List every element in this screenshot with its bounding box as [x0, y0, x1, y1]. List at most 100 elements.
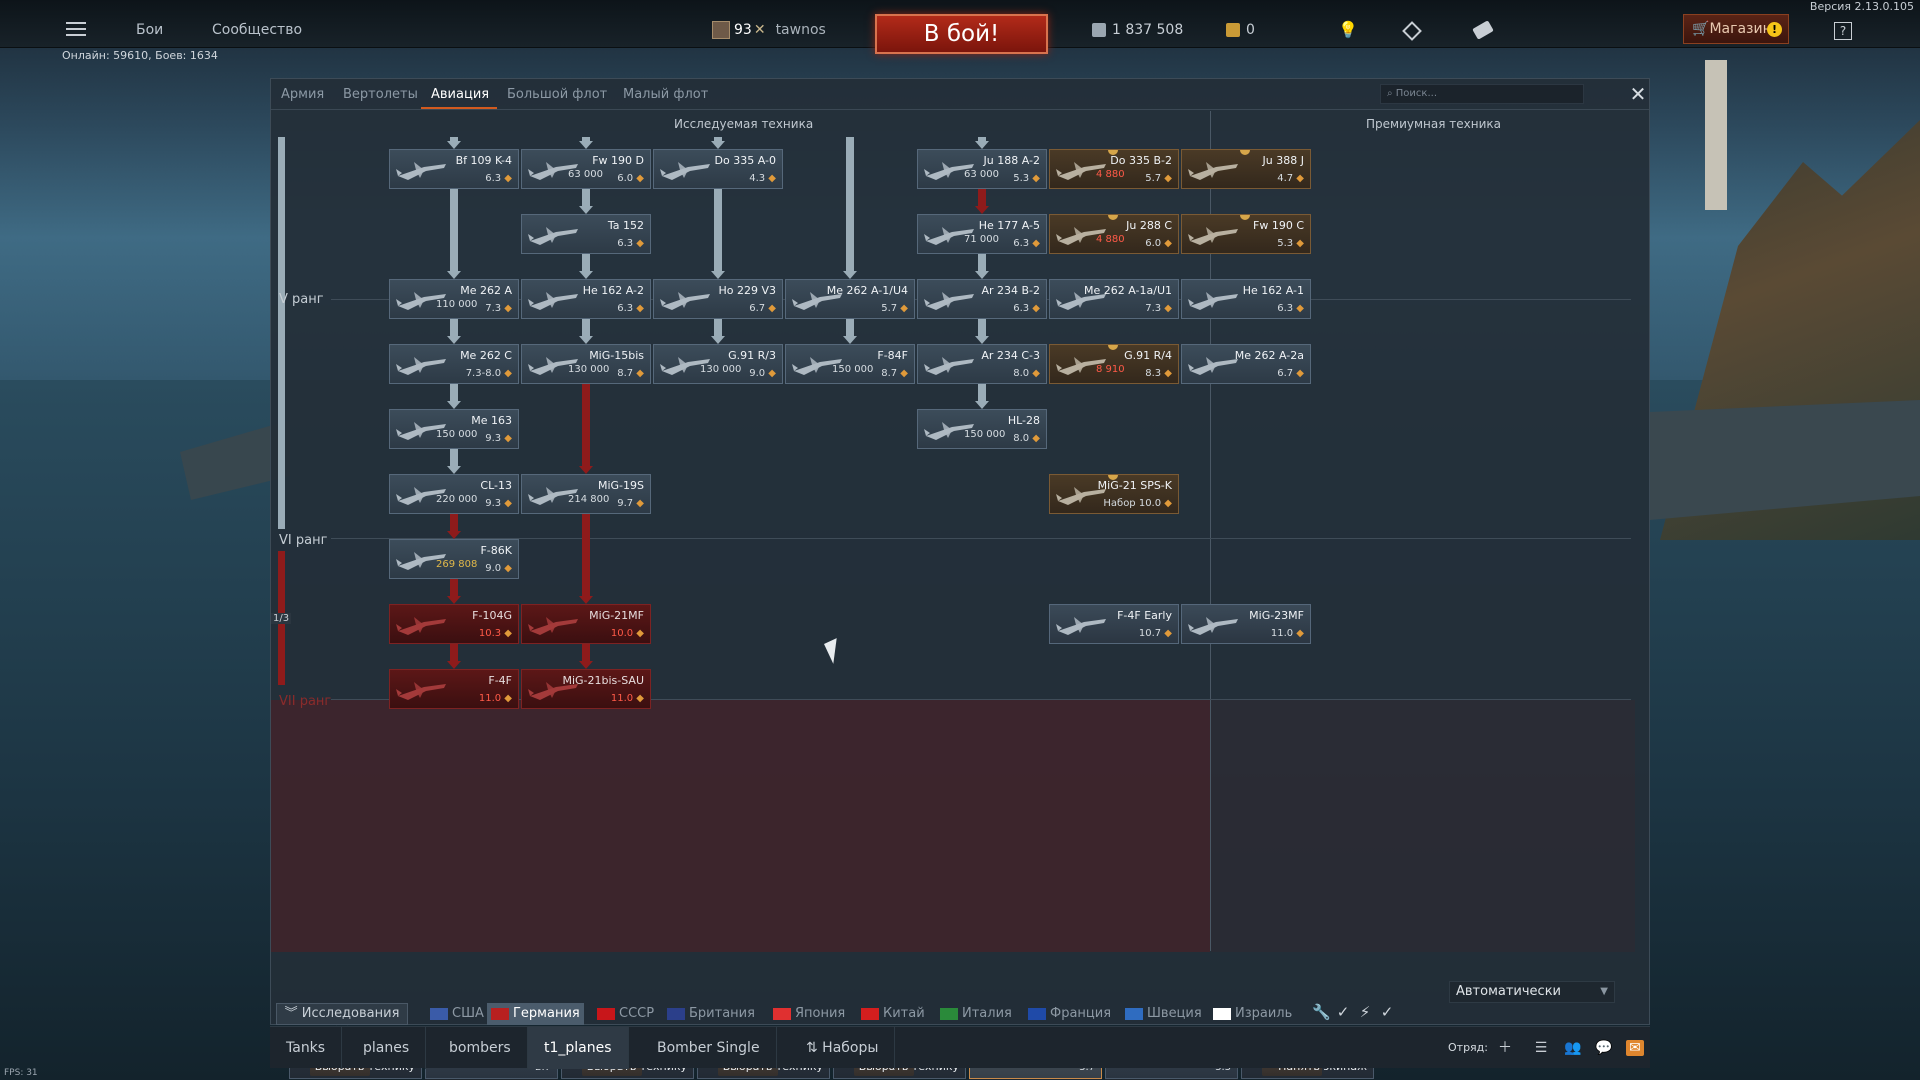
vehicle-card-ar234b2[interactable]: Ar 234 B-2 6.3 ◆ — [917, 279, 1047, 319]
player-name: tawnos — [775, 22, 826, 38]
vehicle-card-do335b2[interactable]: Do 335 B-2 5.7 ◆ 4 880 — [1049, 149, 1179, 189]
main-menu-icon[interactable] — [66, 22, 86, 36]
nation-tab-2[interactable]: СССР — [593, 1003, 658, 1025]
nation-tab-8[interactable]: Швеция — [1121, 1003, 1206, 1025]
vehicle-name: Do 335 A-0 — [714, 154, 776, 167]
vehicle-card-mig19s[interactable]: MiG-19S 9.7 ◆ 214 800 — [521, 474, 651, 514]
repair-all-icon[interactable]: ⚡ — [1356, 1003, 1374, 1021]
diamond-icon[interactable] — [1402, 21, 1422, 41]
nation-tab-9[interactable]: Израиль — [1209, 1003, 1296, 1025]
vehicle-name: F-4F — [488, 674, 512, 687]
vehicle-card-ju388j[interactable]: Ju 388 J 4.7 ◆ — [1181, 149, 1311, 189]
battle-rating-value: 6.3 — [485, 173, 502, 184]
tab-helicopters[interactable]: Вертолеты — [343, 87, 418, 102]
vehicle-card-bf109k4[interactable]: Bf 109 K-4 6.3 ◆ — [389, 149, 519, 189]
vehicle-name: Ar 234 B-2 — [981, 284, 1040, 297]
wrench-filter-icon[interactable]: 🔧 — [1312, 1003, 1331, 1021]
friends-icon[interactable]: 👥 — [1564, 1040, 1582, 1056]
mail-icon[interactable]: ✉ — [1626, 1040, 1644, 1056]
vehicle-card-mig23mf[interactable]: MiG-23MF 11.0 ◆ — [1181, 604, 1311, 644]
br-diamond-icon: ◆ — [504, 433, 512, 444]
vehicle-card-fw190c[interactable]: Fw 190 C 5.3 ◆ — [1181, 214, 1311, 254]
vehicle-card-me262a2a[interactable]: Me 262 A-2a 6.7 ◆ — [1181, 344, 1311, 384]
vehicle-card-mig21spsk[interactable]: MiG-21 SPS-K Набор 10.0 ◆ — [1049, 474, 1179, 514]
check-filter-icon[interactable]: ✓ — [1334, 1003, 1352, 1021]
vehicle-card-fw190d[interactable]: Fw 190 D 6.0 ◆ 63 000 — [521, 149, 651, 189]
research-toggle-button[interactable]: ︾ Исследования ︾ — [276, 1003, 408, 1041]
vehicle-card-hl28[interactable]: HL-28 8.0 ◆ 150 000 — [917, 409, 1047, 449]
nation-tab-0[interactable]: США — [426, 1003, 488, 1025]
ticket-icon[interactable] — [1472, 20, 1494, 40]
to-battle-button[interactable]: В бой! — [875, 14, 1048, 54]
nation-label: Китай — [883, 1006, 925, 1021]
search-input[interactable]: ⌕ Поиск... — [1380, 84, 1584, 104]
gold-balance[interactable]: 0 — [1226, 22, 1255, 38]
tree-connector-line — [450, 579, 458, 596]
nation-tab-6[interactable]: Италия — [936, 1003, 1016, 1025]
list-icon[interactable]: ☰ — [1532, 1040, 1550, 1056]
vehicle-card-g91r4[interactable]: G.91 R/4 8.3 ◆ 8 910 — [1049, 344, 1179, 384]
vehicle-card-me262a1a[interactable]: Me 262 A-1a/U1 7.3 ◆ — [1049, 279, 1179, 319]
battle-rating: 6.7 ◆ — [1277, 368, 1304, 379]
vehicle-card-me262c[interactable]: Me 262 C 7.3-8.0 ◆ — [389, 344, 519, 384]
vehicle-card-f86k[interactable]: F-86K 9.0 ◆ 269 808 — [389, 539, 519, 579]
vehicle-card-me262a[interactable]: Me 262 A 7.3 ◆ 110 000 — [389, 279, 519, 319]
battle-rating: 7.3 ◆ — [1145, 303, 1172, 314]
vehicle-card-ho229v3[interactable]: Ho 229 V3 6.7 ◆ — [653, 279, 783, 319]
silver-balance[interactable]: 1 837 508 — [1092, 22, 1183, 38]
nation-label: Япония — [795, 1006, 846, 1021]
preset-tab-1[interactable]: planes — [347, 1027, 427, 1069]
vehicle-card-me163[interactable]: Me 163 9.3 ◆ 150 000 — [389, 409, 519, 449]
menu-community[interactable]: Сообщество — [212, 22, 302, 38]
vehicle-card-f104g[interactable]: F-104G 10.3 ◆ — [389, 604, 519, 644]
vehicle-card-do335a0[interactable]: Do 335 A-0 4.3 ◆ — [653, 149, 783, 189]
vehicle-card-he177a5[interactable]: He 177 A-5 6.3 ◆ 71 000 — [917, 214, 1047, 254]
close-icon[interactable]: ✕ — [1629, 84, 1647, 104]
vehicle-card-ju188a2[interactable]: Ju 188 A-2 5.3 ◆ 63 000 — [917, 149, 1047, 189]
preset-tab-4[interactable]: Bomber Single — [641, 1027, 777, 1069]
vehicle-card-mig21mf[interactable]: MiG-21MF 10.0 ◆ — [521, 604, 651, 644]
vehicle-name: Me 262 A-1a/U1 — [1084, 284, 1172, 297]
vehicle-card-f4f[interactable]: F-4F 11.0 ◆ — [389, 669, 519, 709]
preset-tab-2[interactable]: bombers — [433, 1027, 528, 1069]
vehicle-card-mig21bissau[interactable]: MiG-21bis-SAU 11.0 ◆ — [521, 669, 651, 709]
vehicle-card-ju288c[interactable]: Ju 288 C 6.0 ◆ 4 880 — [1049, 214, 1179, 254]
vehicle-card-ar234c3[interactable]: Ar 234 C-3 8.0 ◆ — [917, 344, 1047, 384]
shop-button[interactable]: 🛒Магазин! — [1683, 14, 1789, 44]
research-mode-select[interactable]: Автоматически ▼ — [1449, 981, 1615, 1003]
vehicle-card-ta152[interactable]: Ta 152 6.3 ◆ — [521, 214, 651, 254]
preset-tab-0[interactable]: Tanks — [270, 1027, 343, 1069]
nation-tab-1[interactable]: Германия — [487, 1003, 584, 1025]
nation-tab-3[interactable]: Британия — [663, 1003, 759, 1025]
vehicle-card-f84f[interactable]: F-84F 8.7 ◆ 150 000 — [785, 344, 915, 384]
vehicle-card-mig15bis[interactable]: MiG-15bis 8.7 ◆ 130 000 — [521, 344, 651, 384]
tab-bluewater-fleet[interactable]: Большой флот — [507, 87, 607, 102]
tree-connector-line — [582, 319, 590, 336]
help-icon[interactable]: ? — [1834, 22, 1852, 40]
check-all-icon[interactable]: ✓ — [1378, 1003, 1396, 1021]
lightbulb-icon[interactable]: 💡 — [1338, 20, 1358, 39]
tab-coastal-fleet[interactable]: Малый флот — [623, 87, 708, 102]
vehicle-card-me262a1u4[interactable]: Me 262 A-1/U4 5.7 ◆ — [785, 279, 915, 319]
nation-tab-7[interactable]: Франция — [1024, 1003, 1115, 1025]
player-info[interactable]: 93 ✕ tawnos — [712, 21, 826, 39]
nation-tab-5[interactable]: Китай — [857, 1003, 929, 1025]
vehicle-card-he162a1[interactable]: He 162 A-1 6.3 ◆ — [1181, 279, 1311, 319]
battle-rating-value: 6.0 — [1145, 238, 1162, 249]
preset-tab-3[interactable]: t1_planes — [528, 1027, 629, 1069]
vehicle-name: He 162 A-1 — [1242, 284, 1304, 297]
vehicle-card-f4fearly[interactable]: F-4F Early 10.7 ◆ — [1049, 604, 1179, 644]
add-squad-icon[interactable]: ＋ — [1496, 1040, 1514, 1056]
br-diamond-icon: ◆ — [1164, 238, 1172, 249]
vehicle-card-cl13[interactable]: CL-13 9.3 ◆ 220 000 — [389, 474, 519, 514]
br-diamond-icon: ◆ — [1164, 368, 1172, 379]
vehicle-card-he162a2[interactable]: He 162 A-2 6.3 ◆ — [521, 279, 651, 319]
research-cost: 150 000 — [832, 364, 874, 375]
tab-army[interactable]: Армия — [281, 87, 324, 102]
vehicle-card-g91r3[interactable]: G.91 R/3 9.0 ◆ 130 000 — [653, 344, 783, 384]
preset-tab-5[interactable]: ⇅ Наборы — [790, 1027, 896, 1069]
chat-icon[interactable]: 💬 — [1595, 1040, 1613, 1056]
tab-aviation[interactable]: Авиация — [431, 87, 489, 102]
nation-tab-4[interactable]: Япония — [769, 1003, 849, 1025]
menu-battles[interactable]: Бои — [136, 22, 163, 38]
